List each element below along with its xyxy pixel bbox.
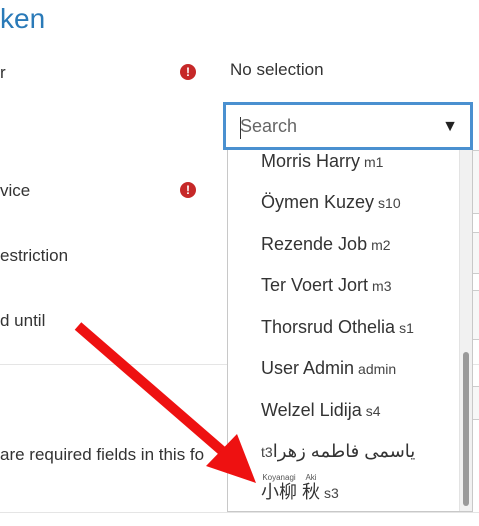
annotation-arrow-icon [74,322,256,483]
